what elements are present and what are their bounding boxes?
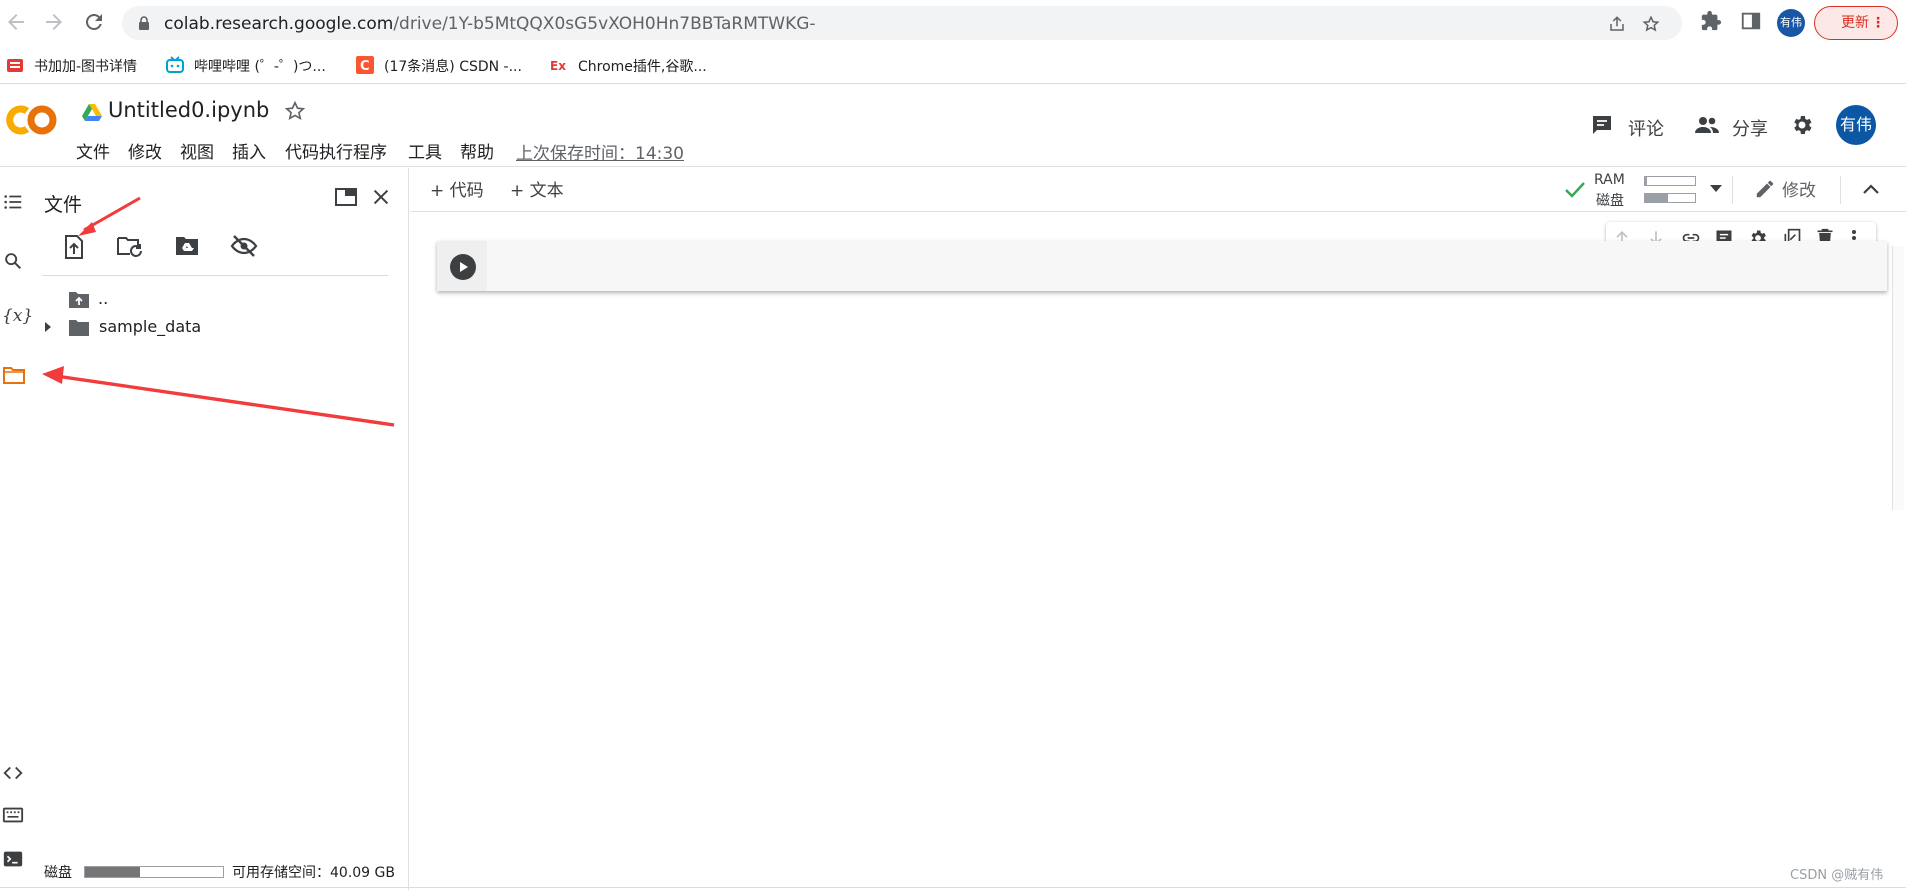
bookmark-label: Chrome插件,谷歌... [578,59,707,75]
disk-label: 磁盘 [44,865,72,881]
star-icon[interactable] [284,100,306,122]
google-drive-icon[interactable] [82,103,102,121]
free-space-label: 可用存储空间：40.09 GB [232,865,395,881]
menu-view[interactable]: 视图 [180,138,214,163]
terminal-icon[interactable] [2,848,26,872]
toolbar-divider [1840,176,1841,204]
browser-update-button[interactable]: 更新 ⋮ [1814,6,1898,40]
panel-divider [42,275,388,276]
ram-usage-fill [1645,177,1647,185]
upload-file-icon[interactable] [62,234,86,260]
table-of-contents-icon[interactable] [2,191,26,215]
edit-label: 修改 [1782,181,1816,201]
parent-dir-label: .. [98,289,109,308]
caret-down-icon[interactable] [1710,185,1722,193]
side-panel-icon[interactable] [1740,10,1762,32]
bookmark-star-icon[interactable] [1642,15,1660,33]
bookmarks-bar: 书加加-图书详情 哔哩哔哩 (゜-゜)つ... C (17条消息) CSDN -… [0,44,1906,84]
folder-icon[interactable] [2,364,26,388]
disk-usage-fill [85,867,141,877]
bilibili-icon [166,56,184,74]
forward-arrow-icon[interactable] [42,10,66,34]
folder-label: sample_data [99,317,202,336]
variables-icon[interactable]: {x} [2,306,33,330]
search-icon[interactable] [2,250,26,274]
connected-check-icon [1564,181,1586,199]
open-in-tab-icon[interactable] [334,186,358,208]
bookmark-label: (17条消息) CSDN -... [384,59,522,75]
files-panel: 文件 .. sample_data 磁盘 可用存储空间：40.09 GB [34,168,409,890]
comment-icon [1590,113,1614,137]
lock-icon[interactable] [138,16,150,30]
hide-files-eye-off-icon[interactable] [230,234,258,258]
omnibox[interactable]: colab.research.google.com/drive/1Y-b5MtQ… [122,6,1682,40]
runtime-resources[interactable]: RAM 磁盘 [1564,170,1732,210]
command-palette-icon[interactable] [2,804,26,828]
svg-text:Ex: Ex [550,59,566,73]
extensions-puzzle-icon[interactable] [1700,10,1722,32]
chrome-ext-icon: Ex [550,56,568,74]
notebook-toolbar: + 代码 + 文本 RAM 磁盘 修改 [410,168,1906,212]
settings-gear-icon[interactable] [1790,113,1814,137]
account-avatar[interactable]: 有伟 [1836,105,1876,145]
more-vert-icon: ⋮ [1871,15,1885,31]
disk-usage-fill [1645,194,1668,202]
url-path: /drive/1Y-b5MtQQX0sG5vXOH0Hn7BBTaRMTWKG- [393,14,816,34]
disk-usage-bar [84,866,224,878]
url-host: colab.research.google.com [164,14,394,34]
share-label: 分享 [1732,119,1768,140]
pencil-icon [1754,178,1776,200]
code-snippets-icon[interactable] [2,762,26,786]
colab-logo-icon[interactable] [6,103,58,137]
folder-up-icon [68,289,90,309]
menu-insert[interactable]: 插入 [232,138,266,163]
code-cell[interactable] [437,241,1887,291]
add-code-button[interactable]: + 代码 [430,176,484,201]
mount-drive-icon[interactable] [174,234,200,258]
folder-icon [68,317,90,337]
update-label: 更新 [1841,15,1869,31]
collapse-chevron-up-icon[interactable] [1862,182,1880,196]
browser-profile-avatar[interactable]: 有伟 [1777,9,1805,37]
edit-button[interactable]: 修改 [1754,176,1844,202]
last-saved-link[interactable]: 上次保存时间：14:30 [516,139,684,164]
url-text[interactable]: colab.research.google.com/drive/1Y-b5MtQ… [164,14,816,34]
run-cell-play-icon[interactable] [450,254,476,280]
csdn-icon: C [356,56,374,74]
menu-runtime[interactable]: 代码执行程序 [285,138,387,163]
reload-icon[interactable] [82,10,106,34]
ram-label: RAM [1594,172,1625,188]
add-text-button[interactable]: + 文本 [510,176,564,201]
people-icon [1694,113,1720,137]
svg-text:C: C [360,59,370,74]
notebook-scrollbar[interactable] [1892,246,1904,510]
cell-gutter [437,241,487,291]
disk-usage: 磁盘 可用存储空间：40.09 GB [44,862,395,882]
ram-usage-bar [1644,176,1696,186]
disk-label: 磁盘 [1596,193,1624,209]
bookjiajia-icon [6,56,24,74]
toolbar-divider [1732,176,1733,204]
share-page-icon[interactable] [1608,15,1626,33]
expand-arrow-icon[interactable] [44,322,52,332]
menu-file[interactable]: 文件 [76,138,110,163]
browser-address-bar: colab.research.google.com/drive/1Y-b5MtQ… [0,0,1906,44]
bottom-border [0,887,1906,888]
colab-header: Untitled0.ipynb 文件 修改 视图 插入 代码执行程序 工具 帮助… [0,85,1906,167]
back-arrow-icon[interactable] [4,10,28,34]
refresh-folder-icon[interactable] [116,234,144,258]
disk-usage-bar [1644,193,1696,203]
notebook-title[interactable]: Untitled0.ipynb [108,98,269,122]
menu-tools[interactable]: 工具 [408,138,442,163]
watermark: CSDN @贼有伟 [1790,868,1884,883]
comment-label: 评论 [1628,119,1664,140]
menu-help[interactable]: 帮助 [460,138,494,163]
menu-edit[interactable]: 修改 [128,138,162,163]
bookmark-label: 书加加-图书详情 [34,59,138,75]
bookmark-label: 哔哩哔哩 (゜-゜)つ... [194,59,326,75]
close-icon[interactable] [370,186,392,208]
files-panel-title: 文件 [44,194,83,216]
